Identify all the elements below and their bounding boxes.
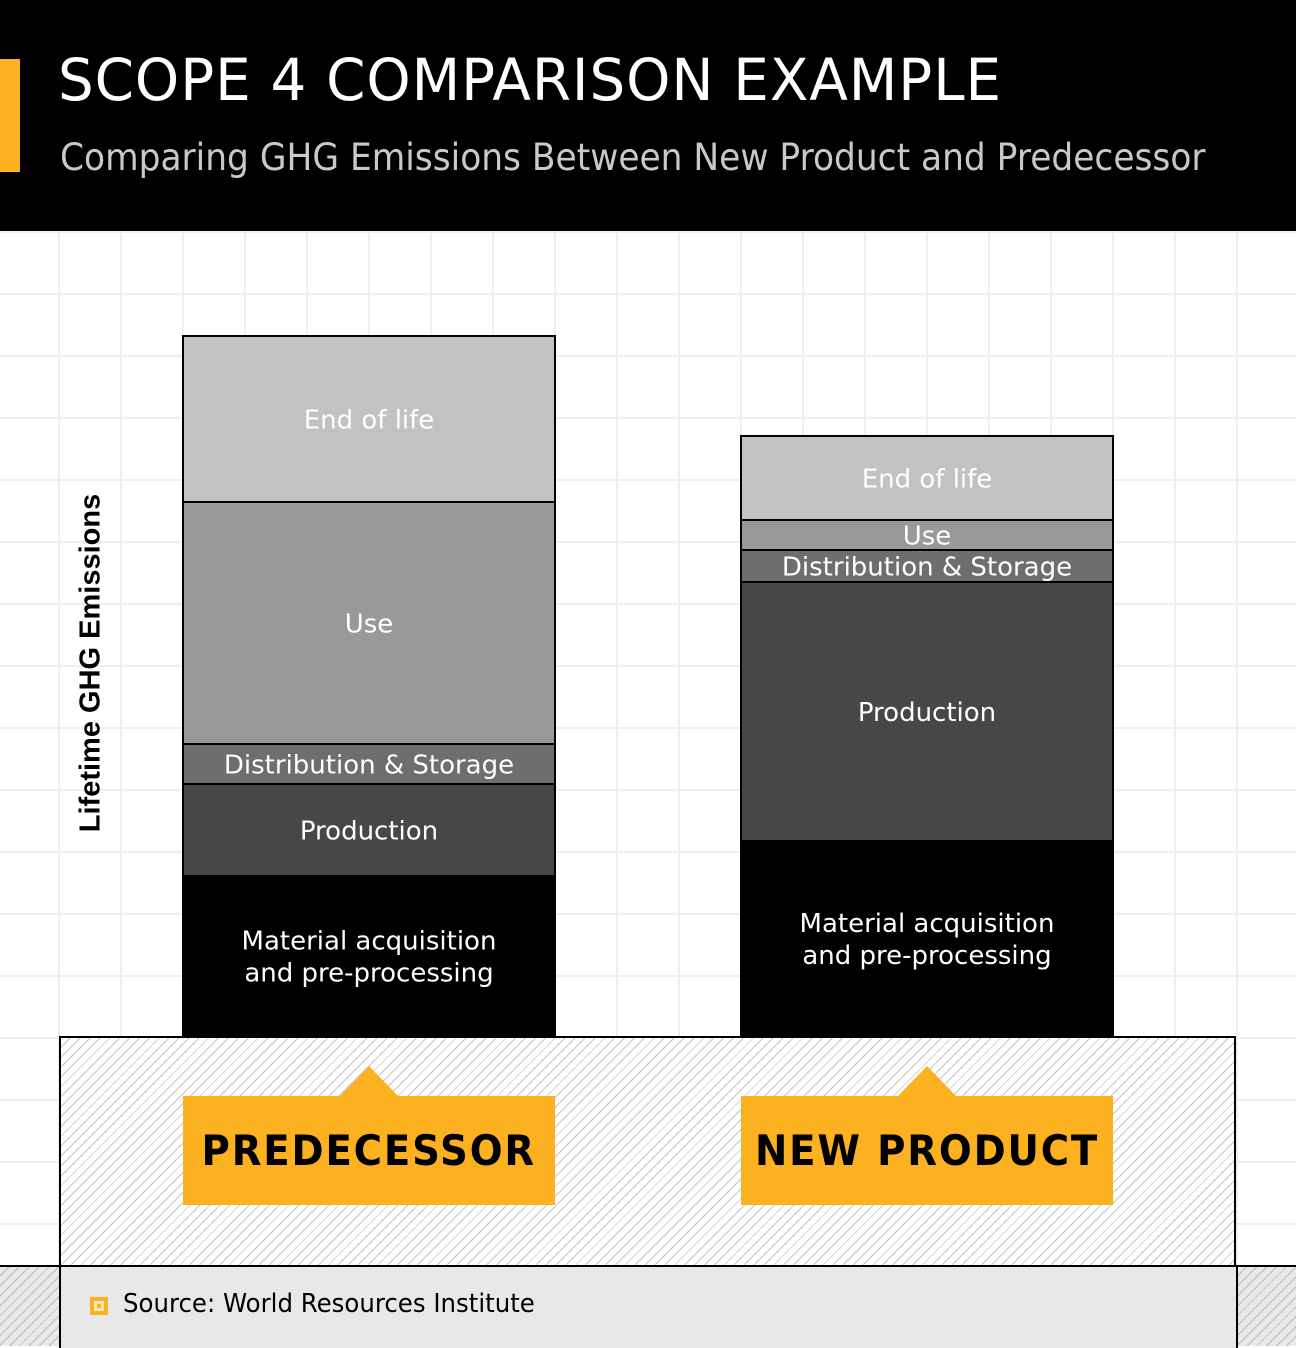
data-label-end-of-life: End of life [304, 405, 435, 435]
data-label-production: Production [858, 698, 996, 728]
data-label-material-acquisition-and-pre-processing: Material acquisition [242, 926, 497, 956]
footer-source-box: Source: World Resources Institute [59, 1267, 1238, 1348]
data-label-use: Use [903, 521, 952, 551]
category-label-predecessor: PREDECESSOR [201, 1126, 537, 1175]
bar-new-product: Material acquisitionand pre-processing Pr… [740, 435, 1114, 1037]
data-label-material-acquisition-and-pre-processing: and pre-processing [802, 941, 1051, 971]
data-label-end-of-life: End of life [862, 464, 993, 494]
data-label-material-acquisition-and-pre-processing: and pre-processing [244, 958, 493, 988]
data-label-use: Use [345, 609, 394, 639]
data-label-production: Production [300, 816, 438, 846]
bar-predecessor: Material acquisitionand pre-processing Pr… [182, 335, 556, 1037]
source-square-icon [90, 1297, 108, 1315]
category-label-new-product: NEW PRODUCT [754, 1126, 1100, 1175]
data-label-distribution-storage: Distribution & Storage [782, 552, 1072, 582]
source-text: Source: World Resources Institute [123, 1289, 535, 1319]
category-tag-predecessor: PREDECESSOR [183, 1066, 555, 1205]
data-label-distribution-storage: Distribution & Storage [224, 750, 514, 780]
footer: Source: World Resources Institute [0, 1265, 1296, 1348]
category-tag-new-product: NEW PRODUCT [741, 1066, 1113, 1205]
data-label-material-acquisition-and-pre-processing: Material acquisition [800, 909, 1055, 939]
